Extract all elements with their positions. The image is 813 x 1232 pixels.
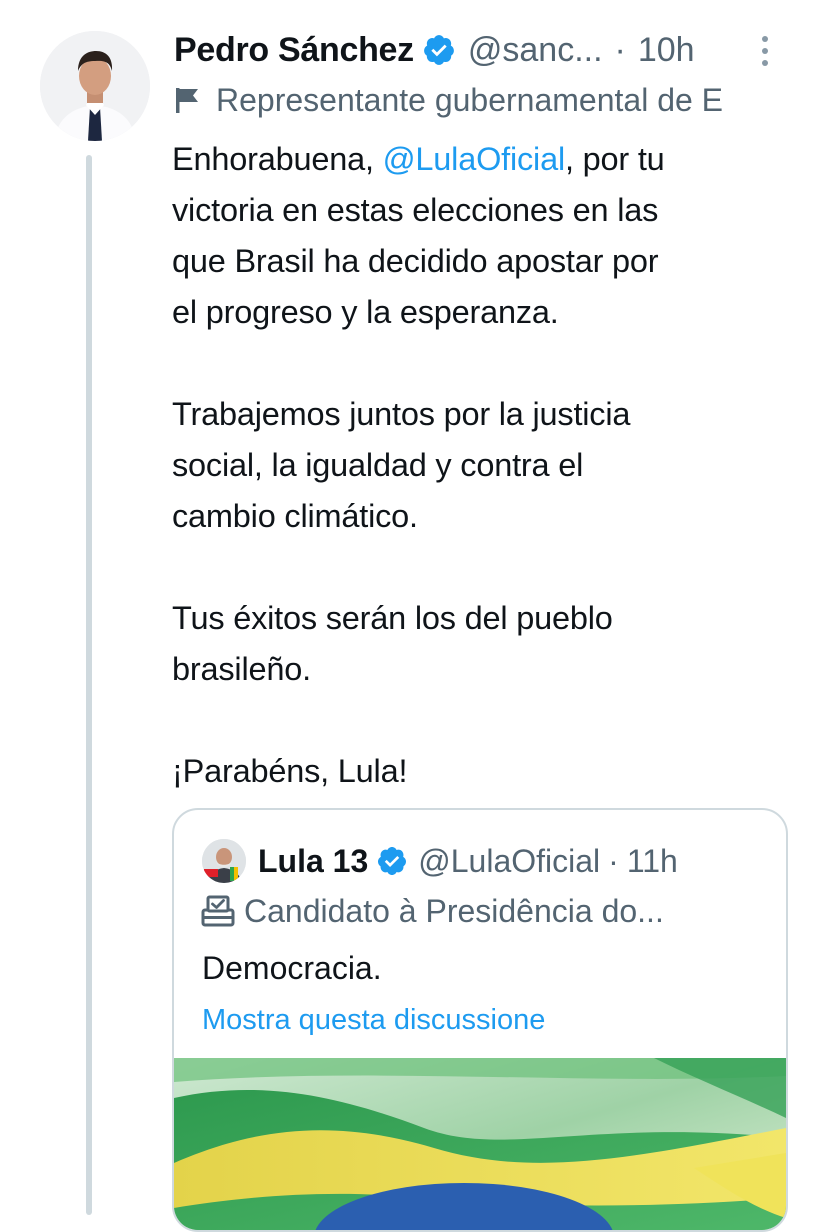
government-label-text: Representante gubernamental de E xyxy=(216,81,724,118)
quoted-tweet-time[interactable]: 11h xyxy=(627,843,678,880)
tweet-time[interactable]: 10h xyxy=(638,31,695,70)
avatar[interactable] xyxy=(40,31,150,141)
quoted-author-name[interactable]: Lula 13 xyxy=(258,843,368,880)
mention-link[interactable]: @LulaOficial xyxy=(383,141,566,177)
quoted-tweet-card[interactable]: Lula 13 @LulaOficial · 11h Candidato à P… xyxy=(172,808,788,1232)
author-handle[interactable]: @sanc... xyxy=(468,31,603,70)
show-thread-link[interactable]: Mostra questa discussione xyxy=(202,1000,545,1040)
avatar-image xyxy=(40,31,150,141)
tweet-line: brasileño. xyxy=(172,651,311,687)
tweet-line: el progreso y la esperanza. xyxy=(172,294,559,330)
separator-dot: · xyxy=(614,30,626,69)
tweet-line: ¡Parabéns, Lula! xyxy=(172,753,408,789)
quoted-header: Lula 13 @LulaOficial · 11h xyxy=(202,838,678,884)
thread-line xyxy=(86,155,92,1215)
government-label[interactable]: Representante gubernamental de E xyxy=(174,78,723,122)
quoted-author-handle[interactable]: @LulaOficial xyxy=(418,843,600,880)
ballot-box-icon xyxy=(200,894,236,928)
quoted-candidate-label[interactable]: Candidato à Presidência do... xyxy=(200,888,664,934)
verified-badge-icon xyxy=(376,845,408,877)
tweet-text: Enhorabuena, @LulaOficial, por tu victor… xyxy=(172,134,792,797)
tweet-text-line1-end: , por tu xyxy=(564,141,665,177)
quoted-avatar[interactable] xyxy=(202,839,246,883)
tweet-text-intro: Enhorabuena, xyxy=(172,141,383,177)
author-name[interactable]: Pedro Sánchez xyxy=(174,31,414,70)
more-vertical-icon[interactable] xyxy=(762,36,768,66)
separator-dot: · xyxy=(608,842,619,879)
quoted-media-image[interactable] xyxy=(174,1058,786,1230)
tweet-line: social, la igualdad y contra el xyxy=(172,447,584,483)
tweet-header: Pedro Sánchez @sanc... · 10h xyxy=(174,26,695,74)
tweet-line: victoria en estas elecciones en las xyxy=(172,192,659,228)
tweet-line: cambio climático. xyxy=(172,498,418,534)
tweet-line: que Brasil ha decidido apostar por xyxy=(172,243,659,279)
quoted-tweet-text: Democracia. xyxy=(202,950,382,986)
tweet-line: Tus éxitos serán los del pueblo xyxy=(172,600,613,636)
verified-badge-icon xyxy=(422,33,456,67)
government-flag-icon xyxy=(174,85,202,115)
tweet-line: Trabajemos juntos por la justicia xyxy=(172,396,631,432)
quoted-label-text: Candidato à Presidência do... xyxy=(244,892,664,929)
